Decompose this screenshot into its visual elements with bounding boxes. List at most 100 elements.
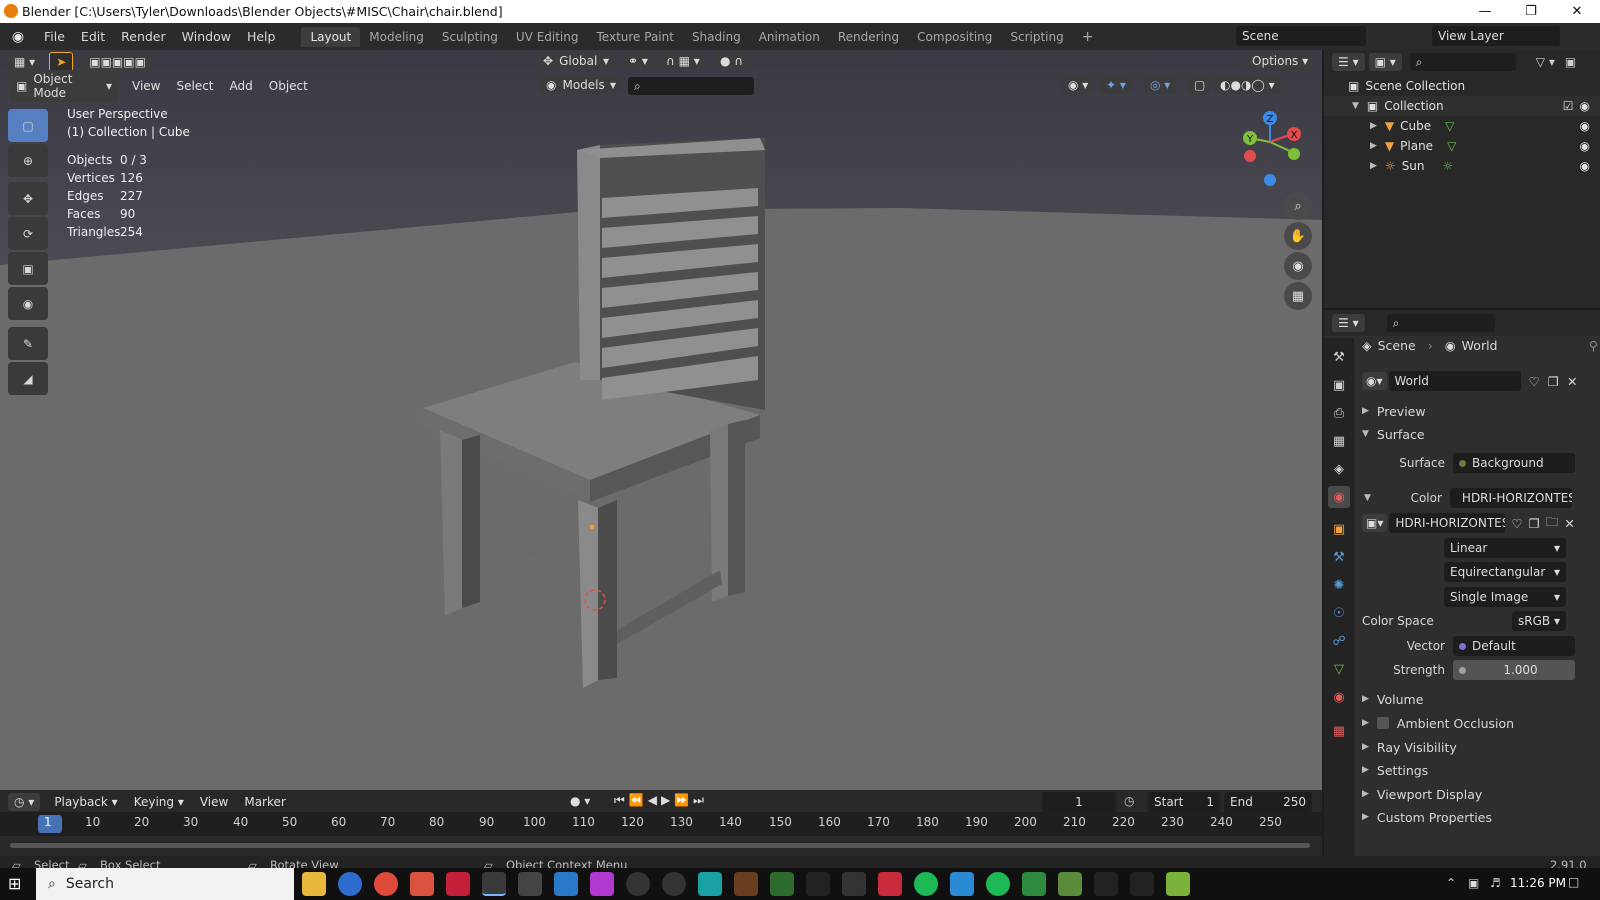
tray-chevron-icon[interactable]: ⌃ — [1446, 876, 1456, 890]
custom-properties-panel-header[interactable]: ▶ Custom Properties — [1362, 806, 1598, 828]
tab-layout[interactable]: Layout — [301, 26, 361, 47]
outliner-search-field[interactable]: ⌕ — [1409, 53, 1516, 71]
timeline-editor-icon[interactable]: ◷ ▾ — [8, 793, 41, 811]
modifier-tab-icon[interactable]: ⚒ — [1328, 546, 1350, 568]
transform-orientation-dropdown[interactable]: ✥ Global ▾ — [537, 52, 615, 70]
epic-games-icon[interactable] — [842, 872, 866, 896]
tool-tab-icon[interactable]: ⚒ — [1328, 346, 1350, 368]
select-tool-icon[interactable]: ➤ — [49, 52, 74, 72]
tab-compositing[interactable]: Compositing — [908, 27, 1001, 47]
tab-uv-editing[interactable]: UV Editing — [507, 27, 588, 47]
color-space-dropdown[interactable]: sRGB ▾ — [1512, 611, 1566, 631]
measure-tool-icon[interactable]: ◢ — [8, 362, 48, 395]
surface-panel-header[interactable]: ▼ Surface — [1362, 423, 1598, 445]
view-menu[interactable]: View — [124, 79, 168, 93]
data-tab-icon[interactable]: ▽ — [1328, 658, 1350, 680]
cursor-tool-icon[interactable]: ⊕ — [8, 144, 48, 177]
ambient-occlusion-panel-header[interactable]: ▶ Ambient Occlusion — [1362, 712, 1598, 734]
physics-tab-icon[interactable]: ☉ — [1328, 602, 1350, 624]
viewport-display-panel-header[interactable]: ▶ Viewport Display — [1362, 783, 1598, 805]
projection-dropdown[interactable]: Equirectangular ▾ — [1444, 562, 1566, 582]
tab-modeling[interactable]: Modeling — [360, 27, 433, 47]
outliner-item-cube[interactable]: ▶ ▼ Cube ▽ ◉ — [1324, 116, 1600, 136]
rotate-tool-icon[interactable]: ⟳ — [8, 217, 48, 250]
scene-selector[interactable]: Scene — [1236, 26, 1366, 46]
eye-icon[interactable]: ◉ — [1580, 99, 1590, 113]
eye-icon[interactable]: ◉ — [1580, 159, 1590, 173]
filter-icon[interactable]: ▽ ▾ — [1536, 55, 1555, 69]
clock-time[interactable]: 11:26 PM — [1510, 876, 1566, 890]
tab-sculpting[interactable]: Sculpting — [433, 27, 507, 47]
menu-render[interactable]: Render — [113, 29, 174, 44]
steam-icon[interactable] — [626, 872, 650, 896]
edge-icon[interactable] — [338, 872, 362, 896]
gizmo-toggle-icon[interactable]: ✦ ▾ — [1100, 76, 1132, 94]
eye-icon[interactable]: ◉ — [1580, 119, 1590, 133]
select-menu[interactable]: Select — [168, 79, 221, 93]
render-tab-icon[interactable]: ▣ — [1328, 374, 1350, 396]
app-icon[interactable] — [950, 872, 974, 896]
overlay-toggle-icon[interactable]: ◎ ▾ — [1144, 76, 1177, 94]
collection-filter-dropdown[interactable]: ◉ Models ▾ — [540, 76, 622, 94]
maximize-button[interactable]: ❐ — [1508, 0, 1554, 23]
preview-panel-header[interactable]: ▶ Preview — [1362, 400, 1598, 422]
record-icon[interactable]: ● ▾ — [570, 794, 590, 808]
app-icon[interactable] — [554, 872, 578, 896]
display-mode-icon[interactable]: ▣ ▾ — [1368, 53, 1402, 71]
playback-menu[interactable]: Playback ▾ — [46, 795, 125, 809]
tab-scripting[interactable]: Scripting — [1001, 27, 1072, 47]
outliner-collection[interactable]: ▼ ▣ Collection ☑ ◉ — [1324, 96, 1600, 116]
world-tab-icon[interactable]: ◉ — [1328, 486, 1350, 508]
object-tab-icon[interactable]: ▣ — [1328, 518, 1350, 540]
image-source-dropdown[interactable]: Single Image ▾ — [1444, 587, 1566, 607]
add-menu[interactable]: Add — [222, 79, 261, 93]
blender-menu-icon[interactable]: ◉ — [0, 29, 36, 45]
volume-panel-header[interactable]: ▶ Volume — [1362, 688, 1598, 710]
current-frame-field[interactable]: 1 — [1042, 792, 1116, 812]
timeline-view-menu[interactable]: View — [192, 795, 236, 809]
timeline-scrollbar[interactable] — [0, 838, 1322, 852]
open-folder-icon[interactable]: 🗀 — [1546, 513, 1559, 534]
start-frame-field[interactable]: Start 1 — [1148, 792, 1220, 812]
tab-animation[interactable]: Animation — [750, 27, 829, 47]
unlink-icon[interactable]: ✕ — [1567, 374, 1577, 389]
scale-tool-icon[interactable]: ▣ — [8, 252, 48, 285]
shading-mode-icon[interactable]: ◐●◑◯ ▾ — [1214, 76, 1281, 94]
interpolation-dropdown[interactable]: Linear ▾ — [1444, 538, 1566, 558]
outliner-editor-icon[interactable]: ☰ ▾ — [1332, 53, 1365, 71]
surface-shader-field[interactable]: Background — [1453, 453, 1575, 473]
app-icon[interactable] — [446, 872, 470, 896]
eye-icon[interactable]: ◉ — [1580, 139, 1590, 153]
outliner-scene-collection[interactable]: ▣ Scene Collection — [1324, 76, 1600, 96]
menu-help[interactable]: Help — [239, 29, 284, 44]
selection-mode-icon[interactable]: ▣▣▣▣▣ — [83, 53, 152, 71]
tab-rendering[interactable]: Rendering — [829, 27, 908, 47]
constraints-tab-icon[interactable]: ☍ — [1328, 630, 1350, 652]
material-tab-icon[interactable]: ◉ — [1328, 686, 1350, 708]
collection-checkbox[interactable]: ☑ — [1563, 99, 1574, 113]
pan-hand-icon[interactable]: ✋ — [1284, 222, 1312, 250]
ray-visibility-panel-header[interactable]: ▶ Ray Visibility — [1362, 736, 1598, 758]
menu-window[interactable]: Window — [174, 29, 239, 44]
color-input-field[interactable]: HDRI-HORIZONTES-... — [1449, 488, 1572, 508]
app-icon[interactable] — [1130, 872, 1154, 896]
app-icon[interactable] — [806, 872, 830, 896]
view-layer-tab-icon[interactable]: ▦ — [1328, 430, 1350, 452]
properties-search-field[interactable]: ⌕ — [1386, 314, 1495, 332]
add-workspace-button[interactable]: + — [1073, 26, 1103, 48]
ambient-occlusion-checkbox[interactable] — [1376, 717, 1389, 729]
minecraft-icon[interactable] — [1058, 872, 1082, 896]
app-icon[interactable] — [770, 872, 794, 896]
object-mode-dropdown[interactable]: ▣ Object Mode ▾ — [10, 70, 118, 102]
zoom-icon[interactable]: ⌕ — [1284, 192, 1312, 220]
new-collection-icon[interactable]: ▣ — [1565, 55, 1576, 69]
world-browse-icon[interactable]: ◉▾ — [1362, 372, 1387, 390]
blender-taskbar-icon[interactable] — [482, 872, 506, 896]
windows-start-icon[interactable]: ⊞ — [8, 874, 21, 893]
navigation-gizmo[interactable]: Z X Y — [1232, 108, 1302, 188]
image-name-field[interactable]: HDRI-HORIZONTES-... — [1389, 513, 1506, 533]
app-icon[interactable] — [734, 872, 758, 896]
volume-icon[interactable]: ♬ — [1490, 876, 1501, 890]
unity-icon[interactable] — [518, 872, 542, 896]
ortho-grid-icon[interactable]: ▦ — [1284, 282, 1312, 310]
